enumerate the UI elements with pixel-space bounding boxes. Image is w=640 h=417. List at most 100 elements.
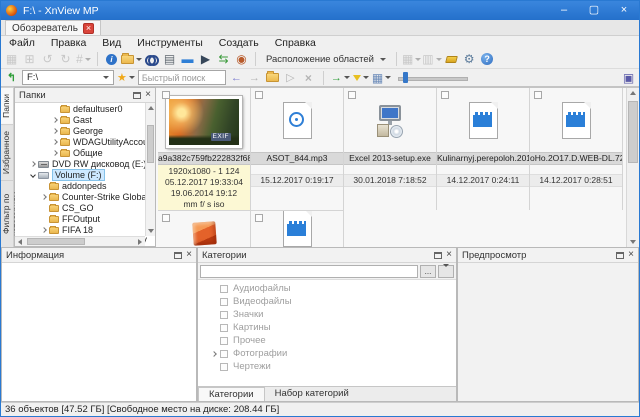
file-item[interactable]: EXIF a9a382c759fb222832f68b2d...1920x1080… <box>158 88 251 210</box>
close-panel-icon[interactable]: × <box>628 250 634 260</box>
tab-browser[interactable]: Обозреватель × <box>5 20 101 35</box>
item-checkbox[interactable] <box>348 91 356 99</box>
close-panel-icon[interactable]: × <box>145 90 151 100</box>
thumbnail-size-slider[interactable] <box>398 72 469 83</box>
item-checkbox[interactable] <box>534 91 542 99</box>
scrollbar-thumb[interactable] <box>147 125 154 163</box>
new-folder-button[interactable] <box>265 70 280 85</box>
file-item[interactable]: Excel 2013-setup.exe 30.01.2018 7:18:52 <box>344 88 437 210</box>
menu-item[interactable]: Правка <box>43 37 94 49</box>
scrollbar-thumb[interactable] <box>27 238 85 245</box>
sidebar-tab-1[interactable]: Избранное <box>1 123 13 180</box>
search-binoculars-icon[interactable] <box>143 51 160 68</box>
menu-item[interactable]: Создать <box>211 37 267 49</box>
scroll-up-icon[interactable] <box>630 91 636 95</box>
file-item[interactable]: Kulinarnyj.perepoloh.2017.P... 14.12.2017… <box>437 88 530 210</box>
category-dropdown-button[interactable] <box>438 263 454 278</box>
compare-icon[interactable]: ⇆ <box>215 51 232 68</box>
chevron-collapsed-icon[interactable] <box>40 194 47 200</box>
settings-gear-icon[interactable]: ⚙ <box>461 51 478 68</box>
chevron-collapsed-icon[interactable] <box>40 227 47 233</box>
forward-icon[interactable] <box>247 70 262 85</box>
info-icon[interactable] <box>103 51 120 68</box>
slideshow-icon[interactable]: ▶ <box>197 51 214 68</box>
scroll-down-icon[interactable] <box>630 240 636 244</box>
sidebar-tab-0[interactable]: Папки <box>1 87 13 124</box>
menu-item[interactable]: Вид <box>94 37 129 49</box>
category-checkbox[interactable] <box>220 349 228 358</box>
sidebar-tab-2[interactable]: Фильтр по категориям <box>1 179 21 247</box>
scroll-left-icon[interactable] <box>18 239 22 245</box>
category-item[interactable]: Видеофайлы <box>198 295 456 308</box>
path-combobox[interactable]: F:\ <box>22 70 114 85</box>
item-checkbox[interactable] <box>162 91 170 99</box>
capture-icon[interactable]: ◉ <box>233 51 250 68</box>
tag-icon[interactable] <box>443 51 460 68</box>
view-mode-button[interactable] <box>372 70 392 85</box>
favorites-button[interactable]: ★ <box>117 70 135 85</box>
tree-item[interactable]: CS_GO <box>15 203 155 213</box>
tree-item[interactable]: Общие <box>15 148 155 158</box>
menu-item[interactable]: Инструменты <box>129 37 210 49</box>
tree-item[interactable]: George <box>15 126 155 136</box>
category-more-button[interactable]: ... <box>420 264 436 278</box>
help-icon[interactable] <box>479 51 496 68</box>
category-item[interactable]: Аудиофайлы <box>198 282 456 295</box>
close-panel-icon[interactable]: × <box>446 250 452 260</box>
tree-item[interactable]: FFOutput <box>15 214 155 224</box>
print-icon[interactable]: ▤ <box>161 51 178 68</box>
filter-button[interactable] <box>352 70 369 85</box>
file-item-partial[interactable] <box>251 210 344 247</box>
chevron-expanded-icon[interactable] <box>29 172 36 178</box>
go-button[interactable] <box>331 70 350 85</box>
chevron-collapsed-icon[interactable] <box>29 161 36 167</box>
category-checkbox[interactable] <box>220 297 228 306</box>
chevron-collapsed-icon[interactable] <box>51 128 58 134</box>
category-checkbox[interactable] <box>220 284 228 293</box>
tree-vertical-scrollbar[interactable] <box>145 103 155 236</box>
file-item[interactable]: ASOT_844.mp3 15.12.2017 0:19:17 <box>251 88 344 210</box>
scrollbar-thumb[interactable] <box>628 101 638 163</box>
category-checkbox[interactable] <box>220 362 228 371</box>
tree-item[interactable]: Counter-Strike Global Of <box>15 192 155 202</box>
float-panel-icon[interactable] <box>434 251 443 259</box>
open-folder-icon[interactable] <box>121 51 142 68</box>
scroll-right-icon[interactable] <box>138 239 142 245</box>
tab-categories[interactable]: Категории <box>198 387 265 401</box>
item-checkbox[interactable] <box>162 214 170 222</box>
scanner-icon[interactable]: ▬ <box>179 51 196 68</box>
browser-vertical-scrollbar[interactable] <box>626 88 639 247</box>
category-item[interactable]: Фотографии <box>198 347 456 360</box>
item-checkbox[interactable] <box>255 91 263 99</box>
category-item[interactable]: Картины <box>198 321 456 334</box>
back-icon[interactable] <box>229 70 244 85</box>
tree-item[interactable]: FIFA 18 <box>15 225 155 235</box>
menu-item[interactable]: Файл <box>1 37 43 49</box>
panes-layout-icon[interactable] <box>621 70 636 85</box>
category-item[interactable]: Значки <box>198 308 456 321</box>
category-checkbox[interactable] <box>220 310 228 319</box>
category-item[interactable]: Прочее <box>198 334 456 347</box>
category-item[interactable]: Чертежи <box>198 360 456 373</box>
tab-category-sets[interactable]: Набор категорий <box>265 387 359 401</box>
close-panel-icon[interactable]: × <box>186 250 192 260</box>
chevron-collapsed-icon[interactable] <box>211 350 217 357</box>
tab-close-icon[interactable]: × <box>82 22 94 34</box>
search-input[interactable] <box>137 70 226 85</box>
tree-item[interactable]: Volume (F:) <box>15 169 155 181</box>
chevron-collapsed-icon[interactable] <box>51 117 58 123</box>
chevron-collapsed-icon[interactable] <box>51 139 58 145</box>
float-panel-icon[interactable] <box>133 91 142 99</box>
layout-areas-button[interactable]: Расположение областей <box>261 54 391 65</box>
minimize-button[interactable]: – <box>549 1 579 20</box>
tree-item[interactable]: Gast <box>15 115 155 125</box>
chevron-collapsed-icon[interactable] <box>51 150 58 156</box>
float-panel-icon[interactable] <box>616 251 625 259</box>
slider-thumb[interactable] <box>403 72 409 83</box>
slideshow-play-icon[interactable] <box>283 70 298 85</box>
maximize-button[interactable]: ▢ <box>579 1 609 20</box>
menu-item[interactable]: Справка <box>267 37 324 49</box>
tree-item[interactable]: addonpeds <box>15 181 155 191</box>
float-panel-icon[interactable] <box>174 251 183 259</box>
tree-item[interactable]: defaultuser0 <box>15 104 155 114</box>
